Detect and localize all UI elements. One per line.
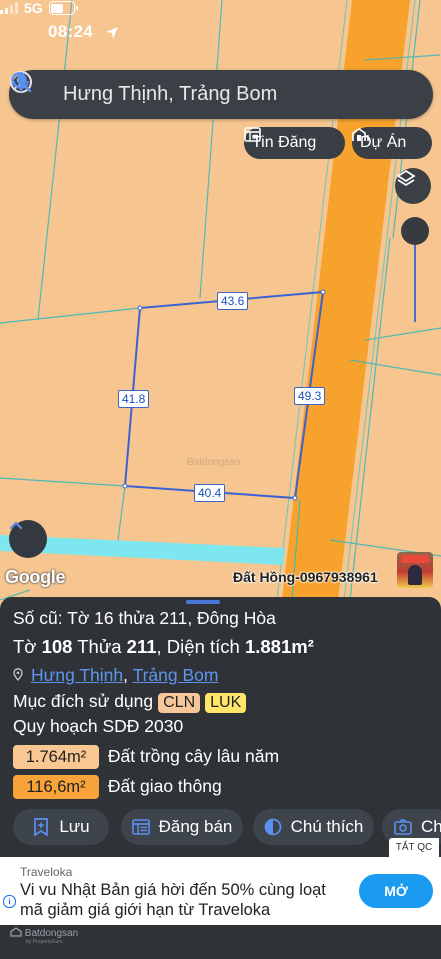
google-logo: Google [5, 567, 66, 587]
parcel-summary: Tờ 108 Thửa 211, Diện tích 1.881m² [13, 636, 314, 657]
ad-text[interactable]: Vi vu Nhật Bản giá hời đến 50% cùng loạt… [20, 880, 350, 920]
owner-contact[interactable]: Đất Hồng-0967938961 [233, 569, 378, 585]
map-view[interactable]: 43.6 41.8 49.3 40.4 Batdongsan 08:24 5G … [0, 0, 441, 600]
map-watermark: Batdongsan [187, 457, 241, 468]
sheet-number: 108 [41, 636, 73, 657]
listing-icon [244, 127, 261, 142]
measure-left: 41.8 [118, 390, 150, 408]
measure-top: 43.6 [217, 292, 249, 310]
parcel-area: 1.881m² [244, 636, 314, 657]
listing-icon [131, 819, 150, 835]
owner-avatar[interactable] [397, 552, 433, 588]
measure-bottom: 40.4 [194, 484, 226, 502]
project-chip[interactable]: Dự Án [352, 127, 432, 159]
opacity-slider-track[interactable] [414, 232, 416, 322]
ward-link[interactable]: Hưng Thịnh [31, 665, 123, 685]
microphone-icon[interactable] [13, 72, 419, 107]
parcel-info-panel: Số cũ: Tờ 16 thửa 211, Đông Hòa Tờ 108 T… [0, 597, 441, 865]
layers-icon [396, 169, 416, 187]
old-reference: Số cũ: Tờ 16 thửa 211, Đông Hòa [13, 608, 276, 628]
camera-icon [394, 819, 412, 835]
ad-info-icon[interactable]: i [3, 895, 16, 908]
zone-area: 1.764m² [13, 745, 99, 769]
purpose-label: Mục đích sử dụng [13, 691, 154, 711]
chevron-up-icon [9, 521, 23, 530]
purpose-tag-cln: CLN [158, 693, 201, 713]
zone-row: 1.764m² Đất trồng cây lâu năm [13, 745, 279, 769]
parcel-number: 211 [126, 636, 157, 657]
save-button[interactable]: Lưu [13, 809, 109, 845]
zone-row: 116,6m² Đất giao thông [13, 775, 222, 799]
footer-bar: Batdongsan by PropertyGuru [0, 925, 441, 959]
zone-label: Đất giao thông [107, 776, 222, 796]
contrast-icon [264, 818, 281, 836]
opacity-slider-knob[interactable] [401, 217, 429, 245]
layers-button[interactable] [395, 168, 431, 204]
ad-brand: Traveloka [20, 865, 73, 879]
ad-banner[interactable]: Traveloka i Vi vu Nhật Bản giá hời đến 5… [0, 857, 441, 925]
zone-label: Đất trồng cây lâu năm [107, 746, 280, 766]
search-input[interactable]: Hưng Thịnh, Trảng Bom [63, 83, 357, 106]
search-icon[interactable] [11, 72, 381, 107]
search-bar[interactable]: Hưng Thịnh, Trảng Bom [9, 70, 433, 119]
measure-right: 49.3 [294, 387, 326, 405]
drag-handle[interactable] [186, 600, 220, 604]
location-line: Hưng Thịnh, Trảng Bom [13, 665, 218, 686]
legend-button[interactable]: Chú thích [253, 809, 374, 845]
purpose-tag-luk: LUK [205, 693, 247, 713]
batdongsan-logo: Batdongsan by PropertyGuru [10, 927, 78, 945]
zone-area: 116,6m² [13, 775, 99, 799]
battery-icon [48, 1, 78, 15]
hide-ads-button[interactable]: TẮT QC [389, 838, 439, 858]
house-icon [10, 927, 22, 937]
status-time: 08:24 [48, 22, 93, 41]
listing-chip-label: Tin Đăng [252, 134, 317, 151]
post-for-sale-button[interactable]: Đăng bán [121, 809, 243, 845]
district-link[interactable]: Trảng Bom [133, 665, 219, 685]
ad-open-button[interactable]: MỞ [359, 874, 433, 908]
planning-label: Quy hoạch SDĐ 2030 [13, 716, 184, 736]
purpose-line: Mục đích sử dụng CLN LUK [13, 691, 247, 713]
bookmark-add-icon [34, 818, 49, 836]
location-pin-icon [13, 668, 23, 681]
building-icon [352, 128, 369, 141]
expand-up-button[interactable] [9, 520, 47, 558]
listing-chip[interactable]: Tin Đăng [244, 127, 345, 159]
